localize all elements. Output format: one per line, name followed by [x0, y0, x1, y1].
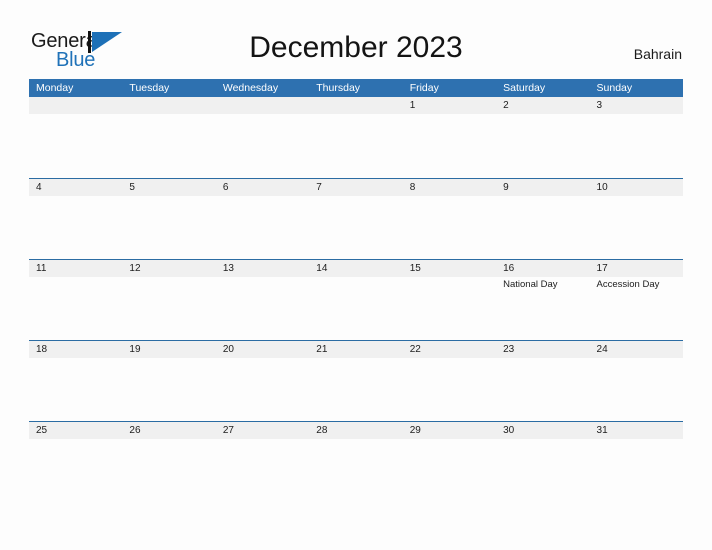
weekday-header-monday: Monday [36, 82, 74, 94]
weekday-header-friday: Friday [409, 82, 439, 94]
day-number: 5 [129, 182, 135, 193]
page-title: December 2023 [249, 31, 463, 64]
day-number: 7 [316, 182, 322, 193]
day-cell[interactable]: 30 [496, 422, 590, 502]
day-number: 6 [222, 182, 229, 193]
day-cell[interactable]: 26 [122, 422, 216, 502]
day-cell[interactable]: 3 [589, 97, 683, 178]
day-number: 30 [503, 425, 515, 436]
day-number: 20 [222, 344, 234, 355]
day-cell[interactable]: 27 [215, 422, 310, 502]
day-number: 31 [596, 425, 608, 436]
day-number: 8 [409, 182, 416, 193]
day-number: 16 [503, 263, 515, 274]
day-number: 11 [36, 263, 47, 274]
day-cell[interactable]: 18 [29, 341, 123, 421]
day-cell[interactable]: 22 [402, 341, 497, 421]
day-number: 10 [596, 182, 608, 193]
weekday-header-thursday: Thursday [316, 82, 361, 94]
day-number: 24 [596, 344, 608, 355]
calendar-grid: Monday Tuesday Wednesday Thursday Friday… [29, 79, 683, 502]
day-cell[interactable]: 14 [309, 260, 403, 340]
day-event: Accession Day [596, 279, 660, 290]
day-number: 29 [409, 425, 421, 436]
calendar-week-row: 25 26 27 28 29 30 31 [29, 421, 683, 502]
day-number: 13 [222, 263, 234, 274]
weekday-header-wednesday: Wednesday [222, 82, 279, 94]
day-cell[interactable] [29, 97, 123, 178]
calendar-week-row: 1 2 3 [29, 97, 683, 178]
calendar-page: General Blue December 2023 Bahrain Monda… [0, 0, 712, 550]
day-cell[interactable]: 16 National Day [496, 260, 590, 340]
day-cell[interactable]: 24 [589, 341, 683, 421]
day-number: 4 [36, 182, 42, 193]
day-cell[interactable]: 29 [402, 422, 497, 502]
day-cell[interactable] [309, 97, 403, 178]
day-cell[interactable]: 19 [122, 341, 216, 421]
day-number: 22 [409, 344, 421, 355]
weekday-header-saturday: Saturday [503, 82, 546, 94]
day-cell[interactable]: 31 [589, 422, 683, 502]
day-number: 19 [129, 344, 141, 355]
day-cell[interactable]: 23 [496, 341, 590, 421]
day-cell[interactable]: 7 [309, 179, 403, 259]
day-number: 21 [316, 344, 328, 355]
day-number: 28 [316, 425, 328, 436]
day-number: 23 [503, 344, 515, 355]
weekday-header-tuesday: Tuesday [129, 82, 170, 94]
day-cell[interactable] [122, 97, 216, 178]
day-number: 17 [596, 263, 608, 274]
day-number: 1 [409, 100, 416, 111]
weekday-header-row: Monday Tuesday Wednesday Thursday Friday… [29, 79, 683, 97]
day-cell[interactable]: 13 [215, 260, 310, 340]
day-event: National Day [503, 279, 558, 290]
day-cell[interactable]: 6 [215, 179, 310, 259]
day-number: 18 [36, 344, 48, 355]
day-cell[interactable]: 5 [122, 179, 216, 259]
day-cell[interactable]: 15 [402, 260, 497, 340]
calendar-week-row: 4 5 6 7 8 9 10 [29, 178, 683, 259]
day-number: 15 [409, 263, 421, 274]
day-number: 12 [129, 263, 141, 274]
calendar-week-row: 18 19 20 21 22 23 24 [29, 340, 683, 421]
day-cell[interactable]: 21 [309, 341, 403, 421]
day-cell[interactable]: 8 [402, 179, 497, 259]
day-cell[interactable] [215, 97, 310, 178]
day-cell[interactable]: 2 [496, 97, 590, 178]
page-header: General Blue December 2023 Bahrain [0, 0, 712, 76]
day-cell[interactable]: 1 [402, 97, 497, 178]
calendar-week-row: 11 12 13 14 15 16 National Day 17 Accessio… [29, 259, 683, 340]
day-cell[interactable]: 25 [29, 422, 123, 502]
country-label: Bahrain [633, 46, 682, 62]
day-cell[interactable]: 12 [122, 260, 216, 340]
day-number: 3 [596, 100, 603, 111]
day-cell[interactable]: 10 [589, 179, 683, 259]
day-number: 2 [503, 100, 509, 111]
weekday-header-sunday: Sunday [596, 82, 633, 94]
day-cell[interactable]: 11 [29, 260, 123, 340]
day-number: 26 [129, 425, 141, 436]
day-number: 25 [36, 425, 48, 436]
day-cell[interactable]: 9 [496, 179, 590, 259]
day-number: 27 [222, 425, 234, 436]
day-number: 14 [316, 263, 328, 274]
day-cell[interactable]: 17 Accession Day [589, 260, 683, 340]
day-cell[interactable]: 4 [29, 179, 123, 259]
day-number: 9 [503, 182, 509, 193]
day-cell[interactable]: 20 [215, 341, 310, 421]
day-cell[interactable]: 28 [309, 422, 403, 502]
